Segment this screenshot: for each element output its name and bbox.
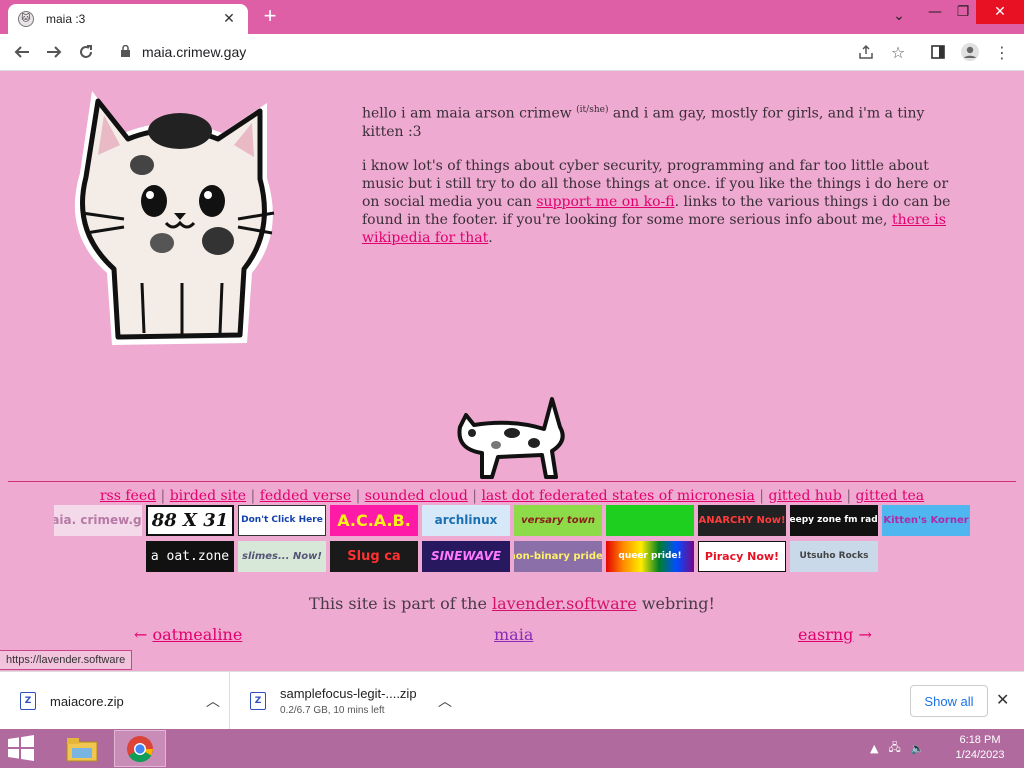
zip-file-icon: Z bbox=[20, 692, 36, 710]
close-icon[interactable]: ✕ bbox=[996, 690, 1009, 709]
badge-sinewave[interactable]: SINEWAVE bbox=[422, 541, 510, 572]
walking-cat-illustration bbox=[457, 397, 565, 479]
clock-time: 6:18 PM bbox=[959, 734, 1001, 746]
favicon-icon: 🐱 bbox=[18, 11, 34, 27]
network-icon[interactable]: 🖧 bbox=[888, 739, 900, 758]
address-bar[interactable]: maia.crimew.gay bbox=[110, 38, 920, 66]
badge-archlinux[interactable]: archlinux bbox=[422, 505, 510, 536]
badge-nonbinary-pride[interactable]: non-binary pride! bbox=[514, 541, 602, 572]
browser-toolbar: maia.crimew.gay ☆ ⋮ bbox=[0, 34, 1024, 71]
badge-row-1: maia. crimew.gay 88 X 31 Don't Click Her… bbox=[0, 505, 1024, 536]
badge-piracy-now[interactable]: Piracy Now! bbox=[698, 541, 786, 572]
webring-prev[interactable]: ← oatmealine bbox=[134, 625, 242, 644]
birded-site-link[interactable]: birded site bbox=[170, 488, 246, 504]
badge-dont-click[interactable]: Don't Click Here bbox=[238, 505, 326, 536]
badge-utsuho-rocks[interactable]: Utsuho Rocks bbox=[790, 541, 878, 572]
badge-versary-town[interactable]: versary town bbox=[514, 505, 602, 536]
footer-divider bbox=[8, 481, 1016, 482]
lock-icon[interactable] bbox=[120, 44, 132, 59]
webring-next[interactable]: easrng → bbox=[798, 625, 872, 644]
badge-sleepy-zone[interactable]: sleepy zone fm radio bbox=[790, 505, 878, 536]
badge-slug-cat[interactable]: Slug ca bbox=[330, 541, 418, 572]
pronouns: (it/she) bbox=[576, 105, 609, 115]
badge-slimes[interactable]: slimes... Now! bbox=[238, 541, 326, 572]
intro-text-2c: . bbox=[488, 229, 493, 246]
kofi-link[interactable]: support me on ko-fi bbox=[536, 194, 674, 210]
forward-icon[interactable] bbox=[42, 40, 66, 64]
clock-date: 1/24/2023 bbox=[955, 749, 1005, 761]
right-arrow-icon: → bbox=[858, 625, 872, 644]
show-all-button[interactable]: Show all bbox=[910, 685, 988, 717]
sounded-cloud-link[interactable]: sounded cloud bbox=[365, 488, 468, 504]
tab-active[interactable]: 🐱 maia :3 ✕ bbox=[8, 4, 248, 34]
badge-88x31[interactable]: 88 X 31 bbox=[146, 505, 234, 536]
download-item[interactable]: Z samplefocus-legit-....zip 0.2/6.7 GB, … bbox=[250, 672, 465, 730]
badge-anarchy[interactable]: ANARCHY Now! bbox=[698, 505, 786, 536]
webring-text-a: This site is part of the bbox=[309, 594, 487, 613]
profile-avatar-icon[interactable] bbox=[958, 40, 982, 64]
badge-queer-pride[interactable]: queer pride! bbox=[606, 541, 694, 572]
taskbar: ▲ 🖧 🔈 6:18 PM 1/24/2023 bbox=[0, 729, 1024, 768]
windows-start-icon[interactable] bbox=[6, 735, 40, 763]
badge-acab[interactable]: A.C.A.B. bbox=[330, 505, 418, 536]
tab-strip: 🐱 maia :3 ✕ + ⌄ — ❐ ✕ bbox=[0, 0, 1024, 34]
restore-button[interactable]: ❐ bbox=[946, 0, 980, 24]
badge-maia[interactable]: maia. crimew.gay bbox=[54, 505, 142, 536]
badge-kittens-korner[interactable]: Kitten's Korner bbox=[882, 505, 970, 536]
download-shelf: Z maiacore.zip ︿ Z samplefocus-legit-...… bbox=[0, 671, 1024, 730]
tab-search-icon[interactable]: ⌄ bbox=[882, 4, 916, 28]
file-explorer-icon[interactable] bbox=[56, 730, 108, 767]
chevron-up-icon[interactable]: ︿ bbox=[206, 691, 220, 711]
badge-oat-zone[interactable]: a oat.zone bbox=[146, 541, 234, 572]
webring-prev-link[interactable]: oatmealine bbox=[153, 625, 243, 644]
reload-icon[interactable] bbox=[74, 40, 98, 64]
tab-close-icon[interactable]: ✕ bbox=[220, 11, 238, 27]
webring-next-link[interactable]: easrng bbox=[798, 625, 853, 644]
rss-feed-link[interactable]: rss feed bbox=[100, 488, 156, 504]
tab-title: maia :3 bbox=[46, 12, 86, 26]
badge-row-2: a oat.zone slimes... Now! Slug ca SINEWA… bbox=[0, 541, 1024, 572]
chevron-up-icon[interactable]: ︿ bbox=[438, 691, 452, 711]
download-item[interactable]: Z maiacore.zip ︿ bbox=[20, 672, 230, 730]
side-panel-icon[interactable] bbox=[926, 40, 950, 64]
clock[interactable]: 6:18 PM 1/24/2023 bbox=[950, 733, 1010, 763]
new-tab-button[interactable]: + bbox=[259, 5, 281, 28]
tray-expand-icon[interactable]: ▲ bbox=[870, 742, 878, 755]
intro-paragraph-2: i know lot's of things about cyber secur… bbox=[362, 157, 952, 247]
status-url: https://lavender.software bbox=[0, 650, 133, 670]
fedded-verse-link[interactable]: fedded verse bbox=[260, 488, 351, 504]
download-name: samplefocus-legit-....zip bbox=[280, 686, 417, 701]
kitten-illustration bbox=[74, 91, 275, 345]
chrome-icon[interactable] bbox=[114, 730, 166, 767]
volume-icon[interactable]: 🔈 bbox=[911, 742, 925, 755]
close-window-button[interactable]: ✕ bbox=[976, 0, 1024, 24]
webring-current-link[interactable]: maia bbox=[494, 625, 533, 644]
download-progress: 0.2/6.7 GB, 10 mins left bbox=[280, 705, 385, 716]
url-text: maia.crimew.gay bbox=[142, 44, 247, 60]
intro-text-1a: hello i am maia arson crimew bbox=[362, 105, 572, 122]
back-icon[interactable] bbox=[10, 40, 34, 64]
webring-text-b: webring! bbox=[641, 594, 715, 613]
menu-kebab-icon[interactable]: ⋮ bbox=[990, 40, 1014, 64]
badge-green[interactable] bbox=[606, 505, 694, 536]
social-links: rss feed | birded site | fedded verse | … bbox=[99, 488, 925, 504]
page-content: hello i am maia arson crimew (it/she) an… bbox=[0, 71, 1024, 671]
intro-paragraph-1: hello i am maia arson crimew (it/she) an… bbox=[362, 101, 952, 141]
gitted-tea-link[interactable]: gitted tea bbox=[856, 488, 925, 504]
zip-file-icon: Z bbox=[250, 692, 266, 710]
intro-text: hello i am maia arson crimew (it/she) an… bbox=[362, 101, 952, 263]
last-fm-link[interactable]: last dot federated states of micronesia bbox=[481, 488, 754, 504]
system-tray: ▲ 🖧 🔈 bbox=[870, 729, 924, 768]
bookmark-star-icon[interactable]: ☆ bbox=[886, 40, 910, 64]
left-arrow-icon: ← bbox=[134, 625, 148, 644]
gitted-hub-link[interactable]: gitted hub bbox=[768, 488, 841, 504]
webring-current[interactable]: maia bbox=[494, 625, 533, 644]
download-name: maiacore.zip bbox=[50, 693, 124, 709]
webring-link[interactable]: lavender.software bbox=[492, 594, 637, 613]
share-icon[interactable] bbox=[854, 40, 878, 64]
webring-notice: This site is part of the lavender.softwa… bbox=[0, 594, 1024, 613]
